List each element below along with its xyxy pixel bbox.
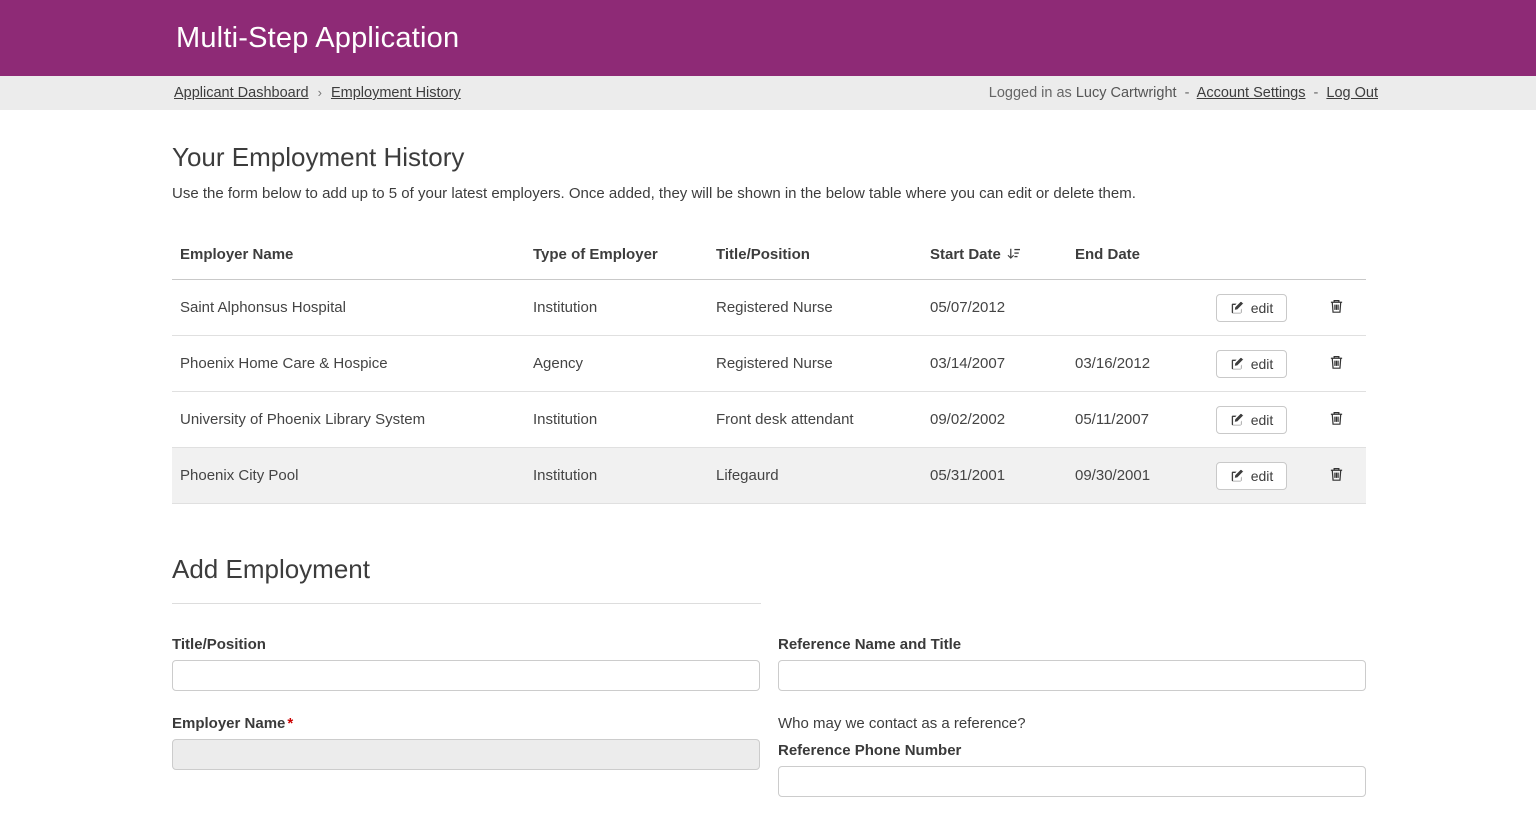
col-title-position: Title/Position — [708, 230, 922, 280]
trash-icon — [1329, 410, 1344, 426]
page-title: Your Employment History — [172, 142, 1366, 173]
separator-dash: - — [1185, 85, 1190, 101]
employment-table: Employer Name Type of Employer Title/Pos… — [172, 230, 1366, 504]
app-header: Multi-Step Application — [0, 0, 1536, 76]
breadcrumb-separator-icon: › — [318, 85, 322, 100]
session-info: Logged in as Lucy Cartwright - Account S… — [989, 85, 1378, 101]
logged-in-prefix: Logged in as — [989, 85, 1072, 101]
sort-descending-icon[interactable] — [1006, 247, 1021, 261]
reference-phone-input[interactable] — [778, 766, 1366, 797]
edit-button-label: edit — [1251, 301, 1274, 315]
delete-button[interactable] — [1325, 294, 1348, 321]
cell-title: Front desk attendant — [708, 392, 922, 448]
cell-start-date: 05/07/2012 — [922, 280, 1067, 336]
section-divider — [172, 603, 761, 604]
cell-title: Registered Nurse — [708, 280, 922, 336]
edit-button[interactable]: edit — [1216, 462, 1288, 490]
edit-pencil-icon — [1230, 469, 1244, 483]
log-out-link[interactable]: Log Out — [1326, 85, 1378, 101]
reference-name-field: Reference Name and Title — [778, 636, 1366, 691]
delete-button[interactable] — [1325, 406, 1348, 433]
col-edit — [1197, 230, 1306, 280]
main-content: Your Employment History Use the form bel… — [172, 110, 1366, 821]
cell-type: Institution — [525, 448, 708, 504]
required-asterisk: * — [287, 715, 293, 732]
page-description: Use the form below to add up to 5 of you… — [172, 185, 1366, 202]
edit-pencil-icon — [1230, 301, 1244, 315]
col-end-date: End Date — [1067, 230, 1197, 280]
cell-end-date — [1067, 280, 1197, 336]
form-left-column: Title/Position Employer Name* — [172, 636, 760, 794]
cell-employer: Phoenix Home Care & Hospice — [172, 336, 525, 392]
add-employment-title: Add Employment — [172, 554, 1366, 585]
add-employment-section: Add Employment Title/Position Employer N… — [172, 554, 1366, 821]
cell-start-date: 09/02/2002 — [922, 392, 1067, 448]
user-name: Lucy Cartwright — [1076, 85, 1177, 101]
edit-pencil-icon — [1230, 357, 1244, 371]
table-row: Phoenix Home Care & Hospice Agency Regis… — [172, 336, 1366, 392]
cell-type: Agency — [525, 336, 708, 392]
cell-employer: Saint Alphonsus Hospital — [172, 280, 525, 336]
reference-phone-field: Reference Phone Number — [778, 742, 1366, 797]
form-right-column: Reference Name and Title Who may we cont… — [778, 636, 1366, 821]
delete-button[interactable] — [1325, 350, 1348, 377]
employer-name-field: Employer Name* — [172, 715, 760, 770]
col-start-date[interactable]: Start Date — [922, 230, 1067, 280]
cell-start-date: 05/31/2001 — [922, 448, 1067, 504]
cell-end-date: 03/16/2012 — [1067, 336, 1197, 392]
col-start-date-label: Start Date — [930, 246, 1001, 263]
breadcrumb-link-dashboard[interactable]: Applicant Dashboard — [174, 85, 309, 101]
cell-employer: University of Phoenix Library System — [172, 392, 525, 448]
table-header-row: Employer Name Type of Employer Title/Pos… — [172, 230, 1366, 280]
edit-button[interactable]: edit — [1216, 294, 1288, 322]
add-employment-form: Title/Position Employer Name* Reference … — [172, 636, 1366, 821]
reference-help-text: Who may we contact as a reference? — [778, 715, 1366, 732]
separator-dash: - — [1314, 85, 1319, 101]
cell-type: Institution — [525, 280, 708, 336]
breadcrumb: Applicant Dashboard › Employment History — [174, 85, 461, 101]
col-type-of-employer: Type of Employer — [525, 230, 708, 280]
trash-icon — [1329, 354, 1344, 370]
edit-button[interactable]: edit — [1216, 350, 1288, 378]
cell-title: Lifegaurd — [708, 448, 922, 504]
edit-button-label: edit — [1251, 413, 1274, 427]
table-row: Saint Alphonsus Hospital Institution Reg… — [172, 280, 1366, 336]
account-settings-link[interactable]: Account Settings — [1197, 85, 1306, 101]
trash-icon — [1329, 466, 1344, 482]
edit-pencil-icon — [1230, 413, 1244, 427]
col-delete — [1306, 230, 1366, 280]
app-title: Multi-Step Application — [176, 22, 459, 55]
title-position-field: Title/Position — [172, 636, 760, 691]
cell-employer: Phoenix City Pool — [172, 448, 525, 504]
title-position-label: Title/Position — [172, 636, 760, 653]
breadcrumb-bar: Applicant Dashboard › Employment History L… — [0, 76, 1536, 110]
edit-button-label: edit — [1251, 469, 1274, 483]
reference-name-label: Reference Name and Title — [778, 636, 1366, 653]
employer-name-label: Employer Name* — [172, 715, 760, 732]
cell-end-date: 09/30/2001 — [1067, 448, 1197, 504]
col-employer-name: Employer Name — [172, 230, 525, 280]
reference-name-input[interactable] — [778, 660, 1366, 691]
delete-button[interactable] — [1325, 462, 1348, 489]
table-row: Phoenix City Pool Institution Lifegaurd … — [172, 448, 1366, 504]
reference-phone-label: Reference Phone Number — [778, 742, 1366, 759]
cell-end-date: 05/11/2007 — [1067, 392, 1197, 448]
cell-start-date: 03/14/2007 — [922, 336, 1067, 392]
table-row: University of Phoenix Library System Ins… — [172, 392, 1366, 448]
edit-button[interactable]: edit — [1216, 406, 1288, 434]
edit-button-label: edit — [1251, 357, 1274, 371]
cell-title: Registered Nurse — [708, 336, 922, 392]
title-position-input[interactable] — [172, 660, 760, 691]
cell-type: Institution — [525, 392, 708, 448]
breadcrumb-link-employment-history[interactable]: Employment History — [331, 85, 461, 101]
employer-name-input[interactable] — [172, 739, 760, 770]
trash-icon — [1329, 298, 1344, 314]
